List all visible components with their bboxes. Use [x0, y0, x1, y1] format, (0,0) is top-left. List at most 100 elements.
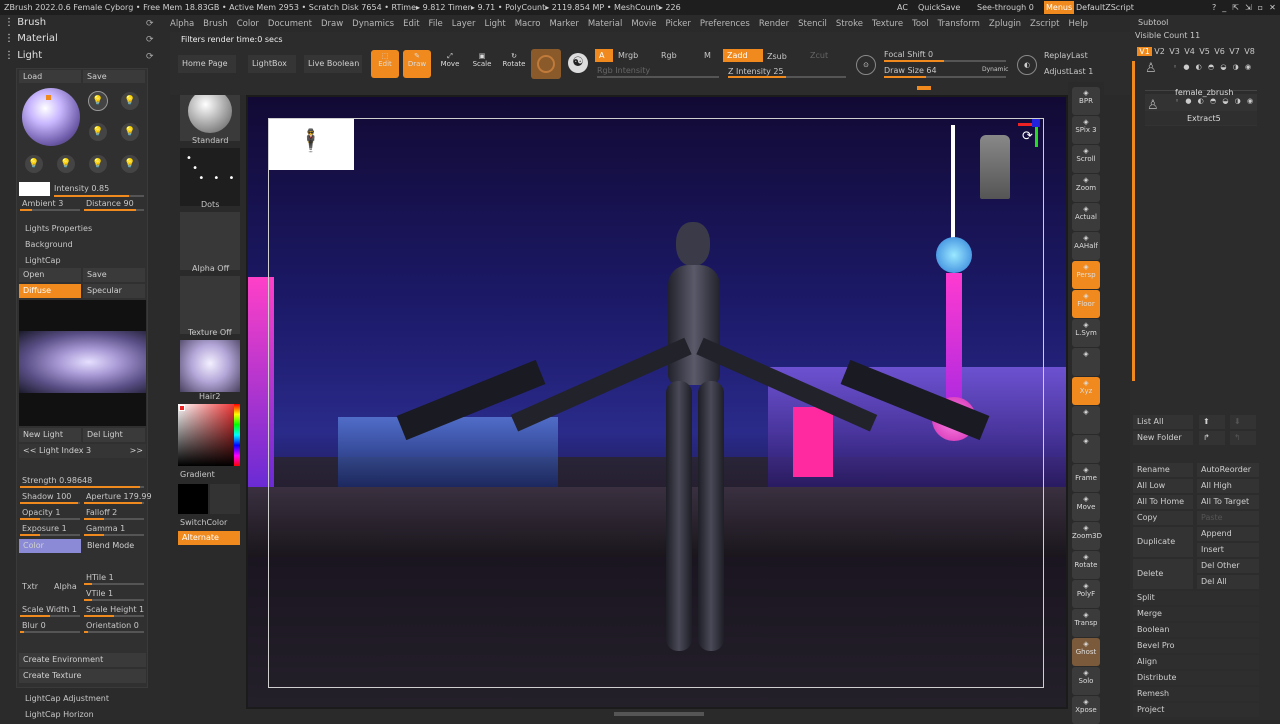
right-shelf-button-2[interactable]: ◈ Scroll: [1072, 145, 1100, 173]
orientation-track[interactable]: [84, 631, 144, 633]
list-all-button[interactable]: List All: [1133, 415, 1193, 429]
version-tab-v8[interactable]: V8: [1242, 47, 1257, 56]
right-shelf-button-15[interactable]: ◈ Zoom3D: [1072, 522, 1102, 550]
del-light-button[interactable]: Del Light: [83, 428, 145, 442]
scale-height-track[interactable]: [84, 615, 144, 617]
right-shelf-button-8[interactable]: ◈ L.Sym: [1072, 319, 1100, 347]
light-bulb-6-icon[interactable]: 💡: [57, 155, 75, 173]
m-toggle[interactable]: M: [704, 51, 711, 60]
menu-item-stencil[interactable]: Stencil: [798, 19, 827, 29]
navigation-thumbnail[interactable]: 🕴: [269, 119, 354, 170]
right-shelf-button-0[interactable]: ◈ BPR: [1072, 87, 1100, 115]
right-shelf-button-5[interactable]: ◈ AAHalf: [1072, 232, 1100, 260]
blur-slider[interactable]: Blur 0: [22, 621, 46, 630]
ambient-slider[interactable]: Ambient 3: [22, 199, 63, 208]
ac-label[interactable]: AC: [897, 0, 908, 15]
rgb-toggle[interactable]: Rgb: [661, 51, 677, 60]
default-script-label[interactable]: DefaultZScript: [1076, 0, 1134, 15]
version-tab-v5[interactable]: V5: [1197, 47, 1212, 56]
intensity-track[interactable]: [54, 195, 144, 197]
autoreorder-button[interactable]: AutoReorder: [1197, 463, 1259, 477]
axis-gizmo[interactable]: ⟳: [1018, 119, 1042, 151]
menu-item-stroke[interactable]: Stroke: [836, 19, 863, 29]
menu-item-tool[interactable]: Tool: [912, 19, 929, 29]
right-shelf-button-4[interactable]: ◈ Actual: [1072, 203, 1100, 231]
light-bulb-1-icon[interactable]: 💡: [88, 91, 108, 111]
zadd-toggle[interactable]: Zadd: [723, 49, 763, 62]
menu-item-material[interactable]: Material: [588, 19, 623, 29]
background-header[interactable]: Background: [25, 240, 73, 249]
right-shelf-button-11[interactable]: ◈: [1072, 406, 1100, 434]
menu-item-zscript[interactable]: Zscript: [1030, 19, 1060, 29]
bevel-pro-section[interactable]: Bevel Pro: [1133, 639, 1259, 653]
orientation-head-icon[interactable]: [980, 135, 1010, 199]
draw-size-slider[interactable]: Draw Size 64: [884, 66, 937, 75]
ambient-track[interactable]: [20, 209, 80, 211]
blur-track[interactable]: [20, 631, 80, 633]
mrgb-toggle[interactable]: Mrgb: [618, 51, 638, 60]
material-pin-icon[interactable]: ⟳: [146, 35, 154, 45]
focal-shift-slider[interactable]: Focal Shift 0: [884, 50, 933, 59]
alternate-toggle[interactable]: Alternate: [178, 531, 240, 545]
lightcap-adjustment-header[interactable]: LightCap Adjustment: [25, 694, 109, 703]
menu-item-transform[interactable]: Transform: [938, 19, 980, 29]
create-texture-button[interactable]: Create Texture: [19, 669, 146, 683]
save-light-button[interactable]: Save: [83, 70, 145, 83]
alpha-button[interactable]: Alpha: [54, 582, 77, 591]
remesh-section[interactable]: Remesh: [1133, 687, 1259, 701]
project-section[interactable]: Project: [1133, 703, 1259, 717]
menu-item-marker[interactable]: Marker: [549, 19, 578, 29]
strength-track[interactable]: [20, 486, 144, 488]
delete-button[interactable]: Delete: [1133, 559, 1193, 589]
brush-pin-icon[interactable]: ⟳: [146, 19, 154, 29]
boolean-section[interactable]: Boolean: [1133, 623, 1259, 637]
right-shelf-button-12[interactable]: ◈: [1072, 435, 1100, 463]
z-intensity-slider[interactable]: Z Intensity 25: [728, 67, 784, 76]
right-shelf-button-9[interactable]: ◈: [1072, 348, 1100, 376]
rename-button[interactable]: Rename: [1133, 463, 1193, 477]
right-shelf-button-19[interactable]: ◈ Ghost: [1072, 638, 1100, 666]
document-canvas[interactable]: 🕴 ⟳: [246, 95, 1068, 709]
lightcap-save-button[interactable]: Save: [83, 268, 145, 282]
gamma-slider[interactable]: Gamma 1: [86, 524, 125, 533]
light-bulb-2-icon[interactable]: 💡: [121, 92, 139, 110]
copy-button[interactable]: Copy: [1133, 511, 1193, 525]
texture-thumbnail[interactable]: [180, 276, 240, 334]
all-high-button[interactable]: All High: [1197, 479, 1259, 493]
draw-mode-button[interactable]: ✎ Draw: [403, 50, 431, 78]
falloff-slider[interactable]: Falloff 2: [86, 508, 117, 517]
lightcap-preview[interactable]: [19, 300, 146, 426]
secondary-color-swatch[interactable]: [210, 484, 240, 514]
blend-mode-button[interactable]: Blend Mode: [83, 539, 145, 553]
menu-item-macro[interactable]: Macro: [515, 19, 541, 29]
scale-mode-button[interactable]: ▣ Scale: [468, 50, 496, 78]
menu-item-zplugin[interactable]: Zplugin: [989, 19, 1021, 29]
paste-button[interactable]: Paste: [1197, 511, 1259, 525]
menu-item-preferences[interactable]: Preferences: [700, 19, 750, 29]
top-shelf-scroll-handle[interactable]: [917, 86, 931, 90]
shadow-slider[interactable]: Shadow 100: [22, 492, 71, 501]
alpha-thumbnail[interactable]: [180, 212, 240, 270]
htile-track[interactable]: [84, 583, 144, 585]
channel-toggle-icon[interactable]: ☯: [568, 53, 588, 73]
version-tab-v1[interactable]: V1: [1137, 47, 1152, 56]
exposure-track[interactable]: [20, 534, 80, 536]
rgb-intensity-track[interactable]: [597, 76, 719, 78]
vtile-slider[interactable]: VTile 1: [86, 589, 113, 598]
menu-item-dynamics[interactable]: Dynamics: [352, 19, 394, 29]
edit-mode-button[interactable]: ⬚ Edit: [371, 50, 399, 78]
quicksave-button[interactable]: QuickSave: [918, 0, 960, 15]
gamma-track[interactable]: [84, 534, 144, 536]
light-bulb-7-icon[interactable]: 💡: [89, 155, 107, 173]
right-shelf-button-14[interactable]: ◈ Move: [1072, 493, 1100, 521]
strength-slider[interactable]: Strength 0.98648: [22, 476, 92, 485]
zcut-toggle[interactable]: Zcut: [810, 51, 828, 60]
intensity-slider[interactable]: Intensity 0.85: [54, 184, 109, 193]
del-other-button[interactable]: Del Other: [1197, 559, 1259, 573]
create-environment-button[interactable]: Create Environment: [19, 653, 146, 667]
a-toggle[interactable]: A: [595, 49, 613, 62]
lazy-mouse-icon[interactable]: ◐: [1017, 55, 1037, 75]
focal-shift-icon[interactable]: ⊙: [856, 55, 876, 75]
subtool-visibility-icons[interactable]: ◦ ● ◐ ◓ ◒ ◑ ◉: [1173, 63, 1253, 71]
menu-item-draw[interactable]: Draw: [321, 19, 343, 29]
